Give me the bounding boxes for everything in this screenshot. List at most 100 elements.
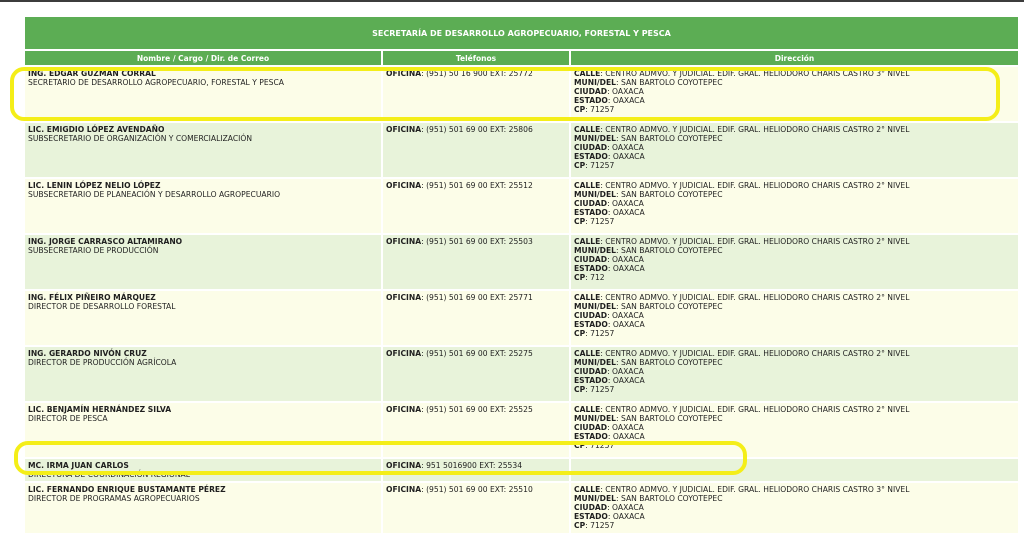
table-title: SECRETARÍA DE DESARROLLO AGROPECUARIO, F… bbox=[25, 17, 1019, 49]
address-cell: CALLE: CENTRO ADMVO. Y JUDICIAL. EDIF. G… bbox=[571, 123, 1019, 177]
address-label: MUNI/DEL bbox=[574, 413, 617, 423]
address-line: ESTADO: OAXACA bbox=[574, 151, 1016, 162]
address-value: : SAN BARTOLO COYOTEPEC bbox=[616, 493, 723, 503]
name-cell: MC. IRMA JUAN CARLOS DIRECTORA DE COORDIN… bbox=[25, 459, 381, 481]
phone-value: : (951) 501 69 00 EXT: 25771 bbox=[421, 293, 533, 302]
address-label: CP bbox=[574, 160, 586, 170]
address-label: ESTADO bbox=[574, 375, 608, 385]
table-row: ING. JORGE CARRASCO ALTAMIRANO SUBSECRETA… bbox=[25, 235, 1019, 289]
address-label: CALLE bbox=[574, 69, 601, 78]
address-label: CIUDAD bbox=[574, 198, 608, 208]
address-value: : OAXACA bbox=[607, 431, 645, 441]
address-value: : SAN BARTOLO COYOTEPEC bbox=[616, 189, 723, 199]
address-label: CALLE bbox=[574, 237, 601, 246]
person-position: SUBSECRETARIO DE ORGANIZACIÓN Y COMERCIA… bbox=[28, 133, 253, 143]
address-label: CIUDAD bbox=[574, 310, 608, 320]
address-line: ESTADO: OAXACA bbox=[574, 207, 1016, 218]
table-row: LIC. LENIN LÓPEZ NELIO LÓPEZ SUBSECRETARI… bbox=[25, 179, 1019, 233]
person-position: DIRECTOR DE PESCA bbox=[28, 413, 108, 423]
address-value: : OAXACA bbox=[607, 142, 644, 152]
column-header-phones: Teléfonos bbox=[383, 51, 569, 65]
address-line: CP: 71257 bbox=[574, 384, 1016, 395]
address-label: ESTADO bbox=[574, 319, 608, 329]
address-value: : OAXACA bbox=[607, 375, 645, 385]
address-label: CALLE bbox=[574, 125, 601, 134]
address-value: : CENTRO ADMVO. Y JUDICIAL. EDIF. GRAL. … bbox=[600, 349, 910, 358]
top-border bbox=[0, 0, 1024, 2]
address-cell: CALLE: CENTRO ADMVO. Y JUDICIAL. EDIF. G… bbox=[571, 291, 1019, 345]
address-value: : OAXACA bbox=[607, 207, 645, 217]
phone-value: : (951) 501 69 00 EXT: 25275 bbox=[421, 349, 533, 358]
address-line: CP: 71257 bbox=[574, 520, 1016, 531]
directory-table: SECRETARÍA DE DESARROLLO AGROPECUARIO, F… bbox=[23, 15, 1021, 535]
address-value: : SAN BARTOLO COYOTEPEC bbox=[616, 357, 723, 367]
address-label: CIUDAD bbox=[574, 422, 608, 432]
address-value: : 71257 bbox=[585, 216, 615, 226]
address-value: : CENTRO ADMVO. Y JUDICIAL. EDIF. GRAL. … bbox=[600, 485, 910, 494]
name-cell: LIC. EMIGDIO LÓPEZ AVENDAÑO SUBSECRETARIO… bbox=[25, 123, 381, 177]
address-label: MUNI/DEL bbox=[574, 301, 617, 311]
address-value: : OAXACA bbox=[607, 502, 644, 512]
table-row: LIC. BENJAMÍN HERNÁNDEZ SILVA DIRECTOR DE… bbox=[25, 403, 1019, 457]
address-label: MUNI/DEL bbox=[574, 245, 617, 255]
phone-label: OFICINA bbox=[386, 125, 422, 134]
directory-table-container: SECRETARÍA DE DESARROLLO AGROPECUARIO, F… bbox=[23, 15, 1021, 535]
address-value: : OAXACA bbox=[607, 86, 644, 96]
address-line: CP: 71257 bbox=[574, 105, 1016, 115]
address-label: CIUDAD bbox=[574, 254, 608, 264]
name-cell: ING. GERARDO NIVÓN CRUZ DIRECTOR DE PRODU… bbox=[25, 347, 381, 401]
address-value: : CENTRO ADMVO. Y JUDICIAL. EDIF. GRAL. … bbox=[600, 405, 910, 414]
address-label: ESTADO bbox=[574, 151, 608, 161]
person-position: SUBSECRETARIO DE PLANEACIÓN Y DESARROLLO… bbox=[28, 189, 281, 199]
address-label: CALLE bbox=[574, 349, 601, 358]
phone-cell: OFICINA: (951) 501 69 00 EXT: 25806 bbox=[383, 123, 569, 177]
address-label: MUNI/DEL bbox=[574, 133, 617, 143]
phone-label: OFICINA bbox=[386, 181, 422, 190]
address-label: CALLE bbox=[574, 485, 601, 494]
address-label: CALLE bbox=[574, 293, 601, 302]
phone-value: : 951 5016900 EXT: 25534 bbox=[421, 461, 523, 470]
address-value: : 71257 bbox=[585, 384, 615, 394]
address-value: : OAXACA bbox=[607, 366, 644, 376]
address-cell bbox=[571, 459, 1019, 481]
address-value: : OAXACA bbox=[607, 422, 644, 432]
phone-label: OFICINA bbox=[386, 461, 422, 470]
address-value: : OAXACA bbox=[607, 151, 645, 161]
address-label: MUNI/DEL bbox=[574, 493, 617, 503]
address-line: CP: 71257 bbox=[574, 329, 1016, 339]
address-value: : CENTRO ADMVO. Y JUDICIAL. EDIF. GRAL. … bbox=[600, 237, 910, 246]
phone-cell: OFICINA: (951) 50 16 900 EXT: 25772 bbox=[383, 67, 569, 121]
address-value: : CENTRO ADMVO. Y JUDICIAL. EDIF. GRAL. … bbox=[600, 181, 910, 190]
address-value: : SAN BARTOLO COYOTEPEC bbox=[616, 133, 723, 143]
phone-cell: OFICINA: (951) 501 69 00 EXT: 25510 bbox=[383, 483, 569, 533]
person-position: SECRETARIO DE DESARROLLO AGROPECUARIO, F… bbox=[28, 77, 284, 87]
address-value: : 712 bbox=[585, 272, 605, 282]
phone-label: OFICINA bbox=[386, 69, 422, 78]
address-label: MUNI/DEL bbox=[574, 189, 617, 199]
address-label: ESTADO bbox=[574, 431, 608, 441]
person-position: SUBSECRETARIO DE PRODUCCIÓN bbox=[28, 245, 159, 255]
name-cell: ING. JORGE CARRASCO ALTAMIRANO SUBSECRETA… bbox=[25, 235, 381, 289]
phone-cell: OFICINA: 951 5016900 EXT: 25534 bbox=[383, 459, 569, 481]
phone-label: OFICINA bbox=[386, 349, 422, 358]
column-header-name: Nombre / Cargo / Dir. de Correo bbox=[25, 51, 381, 65]
address-value: : OAXACA bbox=[607, 310, 644, 320]
phone-value: : (951) 501 69 00 EXT: 25510 bbox=[421, 485, 533, 494]
address-label: CIUDAD bbox=[574, 86, 608, 96]
address-value: : CENTRO ADMVO. Y JUDICIAL. EDIF. GRAL. … bbox=[600, 293, 910, 302]
address-label: CP bbox=[574, 272, 586, 282]
address-label: CALLE bbox=[574, 405, 601, 414]
address-value: : SAN BARTOLO COYOTEPEC bbox=[616, 77, 723, 87]
address-value: : OAXACA bbox=[607, 263, 645, 273]
address-label: CP bbox=[574, 384, 586, 394]
phone-cell: OFICINA: (951) 501 69 00 EXT: 25512 bbox=[383, 179, 569, 233]
address-label: ESTADO bbox=[574, 511, 608, 521]
address-value: : CENTRO ADMVO. Y JUDICIAL. EDIF. GRAL. … bbox=[600, 69, 910, 78]
phone-cell: OFICINA: (951) 501 69 00 EXT: 25275 bbox=[383, 347, 569, 401]
address-line: CP: 71257 bbox=[574, 160, 1016, 171]
address-label: CP bbox=[574, 520, 586, 530]
address-cell: CALLE: CENTRO ADMVO. Y JUDICIAL. EDIF. G… bbox=[571, 235, 1019, 289]
address-label: MUNI/DEL bbox=[574, 357, 617, 367]
phone-value: : (951) 501 69 00 EXT: 25806 bbox=[421, 125, 533, 134]
phone-label: OFICINA bbox=[386, 485, 422, 494]
